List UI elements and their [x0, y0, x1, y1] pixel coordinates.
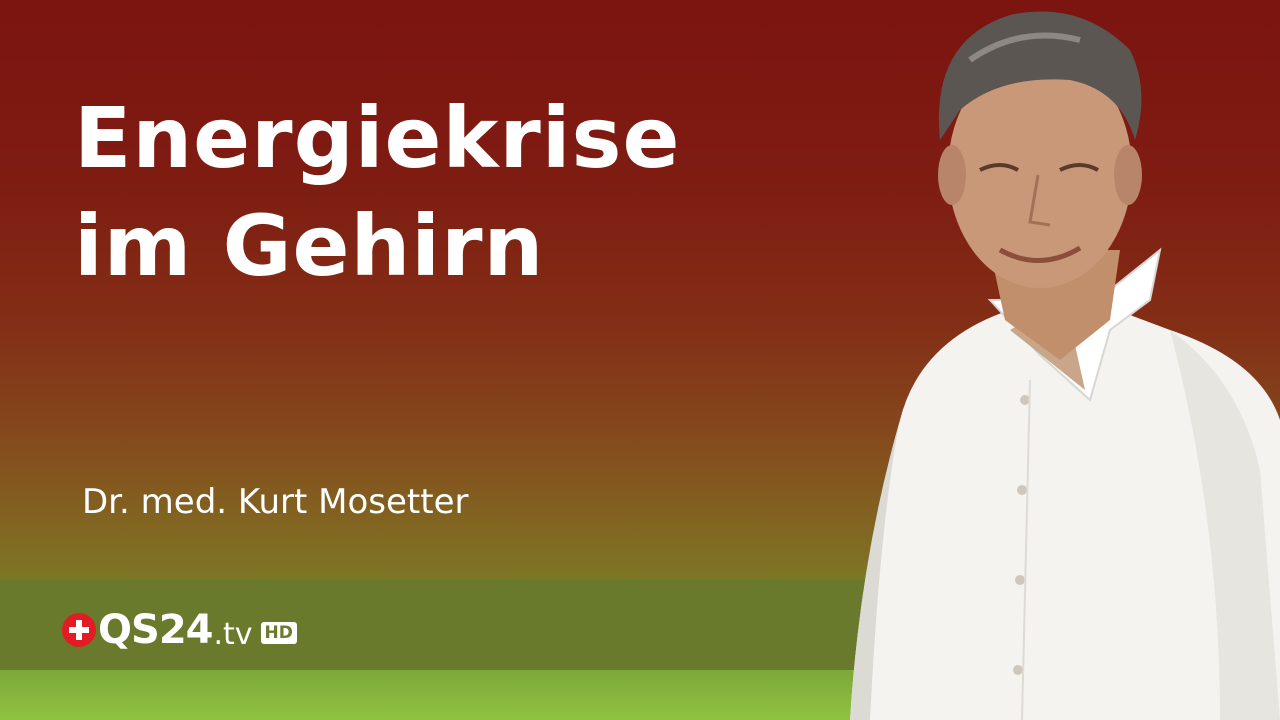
speaker-portrait	[850, 11, 1280, 720]
swiss-cross-icon	[62, 613, 96, 647]
title-line-2: im Gehirn	[74, 197, 545, 295]
speaker-name: Dr. med. Kurt Mosetter	[82, 482, 469, 522]
video-title: Energiekrise im Gehirn	[74, 84, 681, 300]
logo-suffix: .tv	[213, 616, 253, 652]
logo-wordmark: QS24	[98, 607, 213, 653]
hd-badge: HD	[260, 622, 297, 644]
video-thumbnail: Energiekrise im Gehirn Dr. med. Kurt Mos…	[0, 0, 1280, 720]
channel-logo: QS24 .tv HD	[62, 606, 297, 654]
title-line-1: Energiekrise	[74, 89, 681, 187]
